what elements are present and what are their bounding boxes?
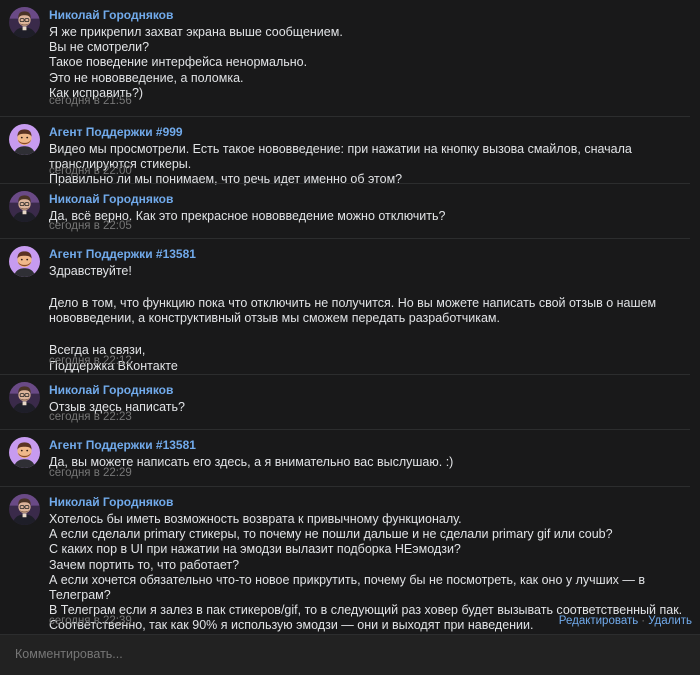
comment-input[interactable]	[0, 635, 695, 673]
support-agent-avatar[interactable]	[9, 124, 40, 155]
comment-author[interactable]: Агент Поддержки #999	[49, 125, 183, 139]
user-avatar[interactable]	[9, 191, 40, 222]
comment-time[interactable]: сегодня в 21:56	[49, 95, 132, 107]
comment-time[interactable]: сегодня в 22:05	[49, 220, 132, 232]
comment-text: Видео мы просмотрели. Есть такое нововве…	[49, 142, 632, 187]
support-agent-avatar[interactable]	[9, 437, 40, 468]
comment-item: Николай Городняков Отзыв здесь написать?…	[0, 374, 690, 430]
comment-author[interactable]: Николай Городняков	[49, 383, 173, 397]
comment-author[interactable]: Агент Поддержки #13581	[49, 438, 196, 452]
delete-comment-link[interactable]: Удалить	[648, 615, 692, 627]
comment-author[interactable]: Николай Городняков	[49, 192, 173, 206]
comment-time[interactable]: сегодня в 22:23	[49, 411, 132, 423]
edit-comment-link[interactable]: Редактировать	[559, 615, 638, 627]
comment-composer	[0, 634, 700, 675]
comment-time[interactable]: сегодня в 22:29	[49, 467, 132, 479]
comment-item: Николай Городняков Да, всё верно. Как эт…	[0, 183, 690, 239]
comment-author[interactable]: Николай Городняков	[49, 495, 173, 509]
comment-actions: Редактировать · Удалить	[559, 615, 692, 627]
user-avatar[interactable]	[9, 382, 40, 413]
comment-item: Николай Городняков Я же прикрепил захват…	[0, 0, 690, 116]
comment-time[interactable]: сегодня в 22:39	[49, 615, 132, 627]
comment-author[interactable]: Агент Поддержки #13581	[49, 247, 196, 261]
comment-time[interactable]: сегодня в 22:00	[49, 165, 132, 177]
comment-time[interactable]: сегодня в 22:12	[49, 355, 132, 367]
comment-text: Хотелось бы иметь возможность возврата к…	[49, 512, 683, 648]
actions-separator: ·	[641, 615, 646, 627]
comment-author[interactable]: Николай Городняков	[49, 8, 173, 22]
comment-item: Агент Поддержки #999 Видео мы просмотрел…	[0, 116, 690, 186]
support-agent-avatar[interactable]	[9, 246, 40, 277]
comment-text: Да, вы можете написать его здесь, а я вн…	[49, 455, 454, 469]
comment-text: Отзыв здесь написать?	[49, 400, 185, 414]
comment-text: Здравствуйте! Дело в том, что функцию по…	[49, 264, 657, 373]
comment-text: Да, всё верно. Как это прекрасное нововв…	[49, 209, 446, 223]
comment-item: Николай Городняков Хотелось бы иметь воз…	[0, 486, 692, 648]
user-avatar[interactable]	[9, 494, 40, 525]
comment-item: Агент Поддержки #13581 Здравствуйте! Дел…	[0, 238, 690, 375]
user-avatar[interactable]	[9, 7, 40, 38]
comment-item: Агент Поддержки #13581 Да, вы можете нап…	[0, 429, 690, 487]
comment-text: Я же прикрепил захват экрана выше сообще…	[49, 25, 343, 100]
